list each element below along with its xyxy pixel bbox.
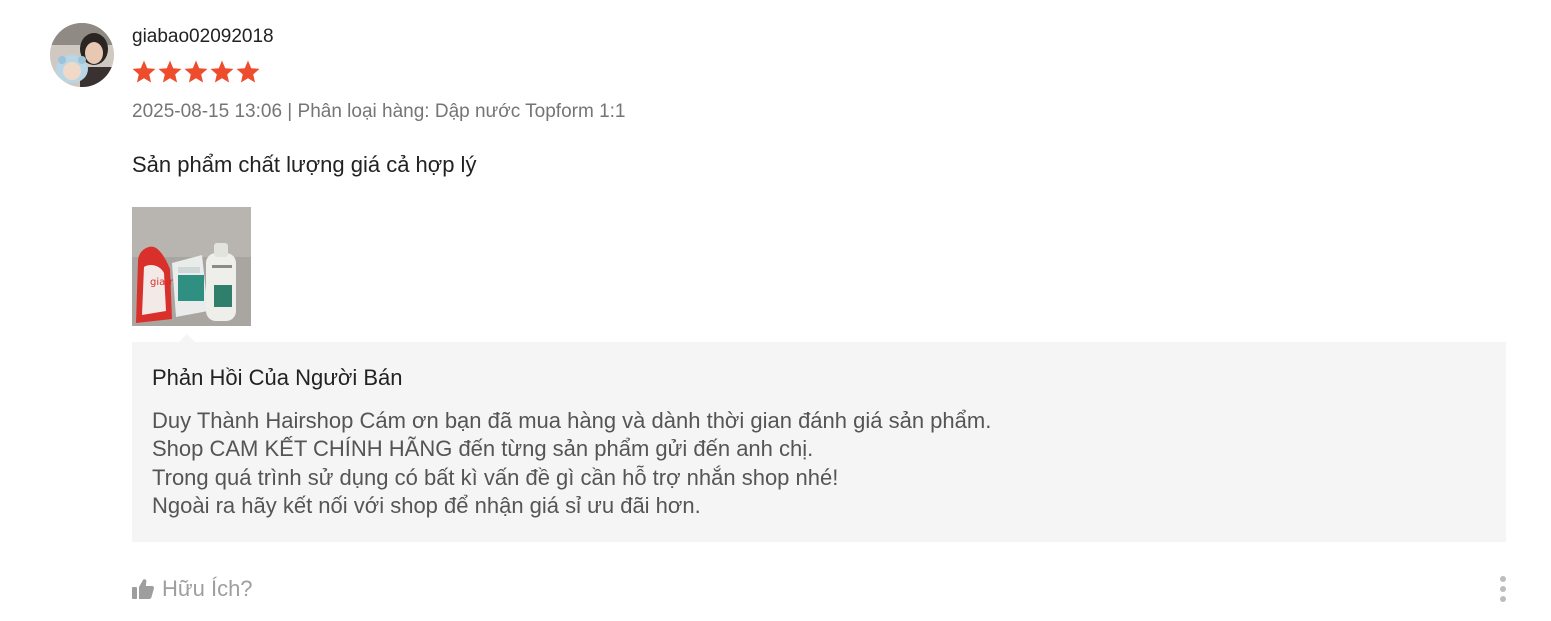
helpful-label: Hữu Ích? xyxy=(162,576,253,601)
star-icon xyxy=(132,60,156,83)
more-vertical-icon xyxy=(1500,596,1506,602)
seller-reply-line: Ngoài ra hãy kết nối với shop để nhận gi… xyxy=(152,492,701,518)
more-vertical-icon xyxy=(1500,586,1506,592)
user-avatar[interactable] xyxy=(50,23,114,87)
star-icon xyxy=(236,60,260,83)
review-photo[interactable]: giatr xyxy=(132,207,251,326)
thumbs-up-icon xyxy=(132,579,154,599)
more-options-button[interactable] xyxy=(1490,572,1516,606)
product-photo-thumbnail: giatr xyxy=(132,207,251,326)
meta-separator: | xyxy=(282,101,298,122)
review-variation: Dập nước Topform 1:1 xyxy=(434,101,626,122)
svg-text:giatr: giatr xyxy=(150,277,174,288)
seller-reply-body: Duy Thành Hairshop Cám ơn bạn đã mua hàn… xyxy=(152,407,991,520)
reviewer-username: giabao02092018 xyxy=(132,26,274,47)
review-text: Sản phẩm chất lượng giá cả hợp lý xyxy=(132,152,477,177)
more-vertical-icon xyxy=(1500,576,1506,582)
review-timestamp: 2025-08-15 13:06 xyxy=(132,101,283,122)
avatar-image xyxy=(50,23,114,87)
star-icon xyxy=(210,60,234,83)
review-meta: 2025-08-15 13:06 | Phân loại hàng: Dập n… xyxy=(132,100,626,124)
product-review: giabao02092018 2025-08-15 13:06 | Phân l… xyxy=(0,0,1551,621)
star-icon xyxy=(184,60,208,83)
seller-reply: Phản Hồi Của Người Bán Duy Thành Hairsho… xyxy=(132,342,1506,542)
variation-prefix: Phân loại hàng: xyxy=(297,101,435,122)
seller-reply-line: Shop CAM KẾT CHÍNH HÃNG đến từng sản phẩ… xyxy=(152,436,814,462)
seller-reply-line: Duy Thành Hairshop Cám ơn bạn đã mua hàn… xyxy=(152,408,992,433)
seller-reply-line: Trong quá trình sử dụng có bất kì vấn đề… xyxy=(152,464,839,490)
rating-stars xyxy=(131,59,261,85)
seller-reply-title: Phản Hồi Của Người Bán xyxy=(152,365,403,390)
helpful-button[interactable]: Hữu Ích? xyxy=(131,575,253,603)
star-icon xyxy=(158,60,182,83)
